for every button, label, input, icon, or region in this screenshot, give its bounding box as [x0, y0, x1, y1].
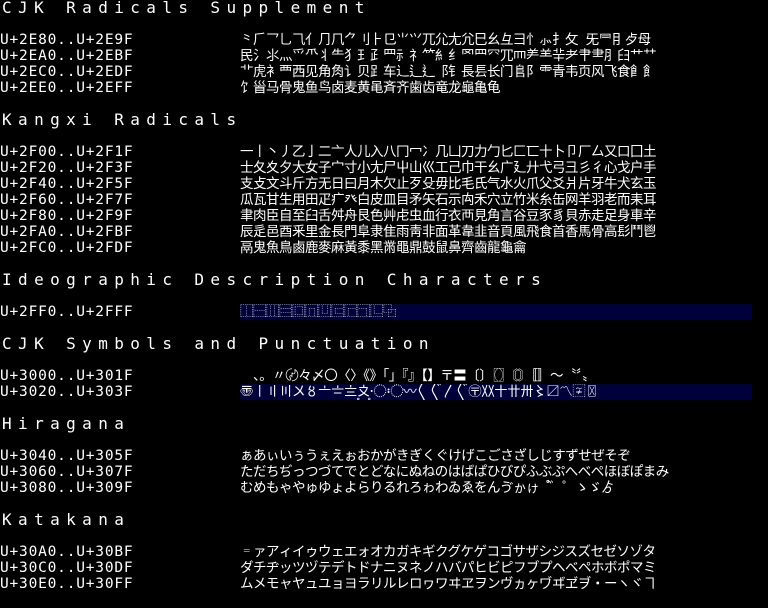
table-row: U+30E0..U+30FF ムメモャヤュユョヨラリルレロヮワヰヱヲンヴヵヶヷヸ… — [0, 576, 768, 592]
table-row: U+3060..U+307F ただちぢっつづてでとどなにぬねのはばぱひびぴふぶぷ… — [0, 464, 768, 480]
glyph-strip: ⻀⻁⻂⻃⻄⻅⻆⻇⻈⻉⻊⻋⻌⻍⻎⻏⻐⻑⻒⻓⻔⻕⻖⻗⻘⻙⻚⻛⻜⻝⻞⻟ — [240, 64, 657, 80]
glyph-strip: ぁあぃいぅうぇえぉおかがきぎくぐけげこごさざしじすずせぜそぞ — [240, 448, 631, 464]
code-range: U+2EC0..U+2EDF — [0, 64, 134, 80]
table-row: U+2EC0..U+2EDF ⻀⻁⻂⻃⻄⻅⻆⻇⻈⻉⻊⻋⻌⻍⻎⻏⻐⻑⻒⻓⻔⻕⻖⻗⻘… — [0, 64, 768, 80]
code-range: U+2FA0..U+2FBF — [0, 224, 134, 240]
table-row: U+30A0..U+30BF ゠ァアィイゥウェエォオカガキギクグケゲコゴサザシジ… — [0, 544, 768, 560]
table-row: U+2F00..U+2F1F ⼀⼁⼂⼃⼄⼅⼆⼇⼈⼉⼊⼋⼌⼍⼎⼏⼐⼑⼒⼓⼔⼕⼖⼗⼘… — [0, 144, 768, 160]
code-range: U+2F80..U+2F9F — [0, 208, 134, 224]
glyph-strip: むめもゃやゅゆょよらりるれろゎわゐゑをんゔゕゖ ゙゚゛゜ゝゞゟ — [240, 480, 615, 496]
glyph-strip: ⺠⺡⺢⺣⺤⺥⺦⺧⺨⺩⺪⺫⺬⺭⺮⺯⺰⺱⺲⺳⺴⺵⺶⺷⺸⺹⺺⺻⺼⺽⺾⺿ — [240, 48, 657, 64]
code-range: U+30E0..U+30FF — [0, 576, 134, 592]
glyph-strip: ⾠⾡⾢⾣⾤⾥⾦⾧⾨⾩⾪⾫⾬⾭⾮⾯⾰⾱⾲⾳⾴⾵⾶⾷⾸⾹⾺⾻⾼⾽⾾⾿ — [240, 224, 657, 240]
section-title: CJK Radicals Supplement — [2, 0, 371, 17]
code-range: U+2EE0..U+2EFF — [0, 80, 134, 96]
table-row: U+3020..U+303F 〠〡〢〣〤〥〦〧〨〩〪〭〮〯〫〬〰〱〲〳〴〵〶〷〸… — [0, 384, 768, 400]
glyph-strip: ⺀⺁⺂⺃⺄⺅⺆⺇⺈⺉⺊⺋⺌⺍⺎⺏⺐⺑⺒⺓⺔⺕⺖⺗⺘⺙ ⺛⺜⺝⺞⺟ — [240, 32, 651, 48]
glyph-strip: ゠ァアィイゥウェエォオカガキギクグケゲコゴサザシジスズセゼソゾタ — [240, 544, 656, 560]
table-row: U+3080..U+309F むめもゃやゅゆょよらりるれろゎわゐゑをんゔゕゖ ゙… — [0, 480, 768, 496]
table-row: U+2FF0..U+2FFF ⿰⿱⿲⿳⿴⿵⿶⿷⿸⿹⿺⿻ — [0, 304, 768, 320]
section-title: Kangxi Radicals — [2, 110, 243, 129]
code-range: U+2EA0..U+2EBF — [0, 48, 134, 64]
code-range: U+3020..U+303F — [0, 384, 134, 400]
section-title: Hiragana — [2, 414, 131, 433]
table-row: U+2EA0..U+2EBF ⺠⺡⺢⺣⺤⺥⺦⺧⺨⺩⺪⺫⺬⺭⺮⺯⺰⺱⺲⺳⺴⺵⺶⺷⺸… — [0, 48, 768, 64]
code-range: U+2F20..U+2F3F — [0, 160, 134, 176]
glyph-strip: ダチヂッツヅテデトドナニヌネノハバパヒビピフブプヘベペホボポマミ — [240, 560, 657, 576]
code-range: U+2E80..U+2E9F — [0, 32, 134, 48]
table-row: U+30C0..U+30DF ダチヂッツヅテデトドナニヌネノハバパヒビピフブプヘ… — [0, 560, 768, 576]
glyph-strip: ⼠⼡⼢⼣⼤⼥⼦⼧⼨⼩⼪⼫⼬⼭⼮⼯⼰⼱⼲⼳⼴⼵⼶⼷⼸⼹⼺⼻⼼⼽⼾⼿ — [240, 160, 657, 176]
code-range: U+30A0..U+30BF — [0, 544, 134, 560]
code-range: U+3040..U+305F — [0, 448, 134, 464]
glyph-strip: ただちぢっつづてでとどなにぬねのはばぱひびぴふぶぷへべぺほぼぽまみ — [240, 464, 669, 480]
table-row: U+3000..U+301F 、。〃〄々〆〇〈〉《》「」『』【】〒〓〔〕〖〗〘〙… — [0, 368, 768, 384]
glyph-strip: ⻠⻡⻢⻣⻤⻥⻦⻧⻨⻩⻪⻫⻬⻭⻮⻯⻰⻱⻲⻳ — [240, 80, 501, 96]
glyph-strip: ⿀⿁⿂⿃⿄⿅⿆⿇⿈⿉⿊⿋⿌⿍⿎⿏⿐⿑⿒⿓⿔⿕ — [240, 240, 527, 256]
table-row: U+3040..U+305F ぁあぃいぅうぇえぉおかがきぎくぐけげこごさざしじす… — [0, 448, 768, 464]
glyph-strip: ⾀⾁⾂⾃⾄⾅⾆⾇⾈⾉⾊⾋⾌⾍⾎⾏⾐⾑⾒⾓⾔⾕⾖⾗⾘⾙⾚⾛⾜⾝⾞⾟ — [240, 208, 657, 224]
table-row: U+2F60..U+2F7F ⽠⽡⽢⽣⽤⽥⽦⽧⽨⽩⽪⽫⽬⽭⽮⽯⽰⽱⽲⽳⽴⽵⽶⽷⽸… — [0, 192, 768, 208]
glyph-strip: ムメモャヤュユョヨラリルレロヮワヰヱヲンヴヵヶヷヸヹヺ・ーヽヾヿ — [240, 576, 657, 592]
unicode-block-chart: CJK Radicals Supplement U+2E80..U+2E9F ⺀… — [0, 0, 768, 608]
table-row: U+2FA0..U+2FBF ⾠⾡⾢⾣⾤⾥⾦⾧⾨⾩⾪⾫⾬⾭⾮⾯⾰⾱⾲⾳⾴⾵⾶⾷⾸… — [0, 224, 768, 240]
code-range: U+2F40..U+2F5F — [0, 176, 134, 192]
code-range: U+2FC0..U+2FDF — [0, 240, 134, 256]
code-range: U+3060..U+307F — [0, 464, 134, 480]
code-range: U+3000..U+301F — [0, 368, 134, 384]
section-title: Ideographic Description Characters — [2, 270, 548, 289]
table-row: U+2E80..U+2E9F ⺀⺁⺂⺃⺄⺅⺆⺇⺈⺉⺊⺋⺌⺍⺎⺏⺐⺑⺒⺓⺔⺕⺖⺗⺘… — [0, 32, 768, 48]
code-range: U+2F00..U+2F1F — [0, 144, 134, 160]
section-title: Katakana — [2, 510, 131, 529]
table-row: U+2EE0..U+2EFF ⻠⻡⻢⻣⻤⻥⻦⻧⻨⻩⻪⻫⻬⻭⻮⻯⻰⻱⻲⻳ — [0, 80, 768, 96]
glyph-strip: 、。〃〄々〆〇〈〉《》「」『』【】〒〓〔〕〖〗〘〙〚〛〜〝〞〟 — [240, 368, 596, 384]
glyph-strip: ⽀⽁⽂⽃⽄⽅⽆⽇⽈⽉⽊⽋⽌⽍⽎⽏⽐⽑⽒⽓⽔⽕⽖⽗⽘⽙⽚⽛⽜⽝⽞⽟ — [240, 176, 657, 192]
section-title: CJK Symbols and Punctuation — [2, 334, 435, 353]
glyph-strip: ⽠⽡⽢⽣⽤⽥⽦⽧⽨⽩⽪⽫⽬⽭⽮⽯⽰⽱⽲⽳⽴⽵⽶⽷⽸⽹⽺⽻⽼⽽⽾⽿ — [240, 192, 657, 208]
table-row: U+2F40..U+2F5F ⽀⽁⽂⽃⽄⽅⽆⽇⽈⽉⽊⽋⽌⽍⽎⽏⽐⽑⽒⽓⽔⽕⽖⽗⽘… — [0, 176, 768, 192]
code-range: U+2FF0..U+2FFF — [0, 304, 134, 320]
table-row: U+2F20..U+2F3F ⼠⼡⼢⼣⼤⼥⼦⼧⼨⼩⼪⼫⼬⼭⼮⼯⼰⼱⼲⼳⼴⼵⼶⼷⼸… — [0, 160, 768, 176]
code-range: U+2F60..U+2F7F — [0, 192, 134, 208]
glyph-strip: ⿰⿱⿲⿳⿴⿵⿶⿷⿸⿹⿺⿻ — [240, 304, 752, 320]
glyph-strip: ⼀⼁⼂⼃⼄⼅⼆⼇⼈⼉⼊⼋⼌⼍⼎⼏⼐⼑⼒⼓⼔⼕⼖⼗⼘⼙⼚⼛⼜⼝⼞⼟ — [240, 144, 657, 160]
table-row: U+2F80..U+2F9F ⾀⾁⾂⾃⾄⾅⾆⾇⾈⾉⾊⾋⾌⾍⾎⾏⾐⾑⾒⾓⾔⾕⾖⾗⾘… — [0, 208, 768, 224]
code-range: U+30C0..U+30DF — [0, 560, 134, 576]
glyph-strip: 〠〡〢〣〤〥〦〧〨〩〪〭〮〯〫〬〰〱〲〳〴〵〶〷〸〹〺〻〼〽〾〿 — [240, 384, 752, 400]
table-row: U+2FC0..U+2FDF ⿀⿁⿂⿃⿄⿅⿆⿇⿈⿉⿊⿋⿌⿍⿎⿏⿐⿑⿒⿓⿔⿕ — [0, 240, 768, 256]
code-range: U+3080..U+309F — [0, 480, 134, 496]
